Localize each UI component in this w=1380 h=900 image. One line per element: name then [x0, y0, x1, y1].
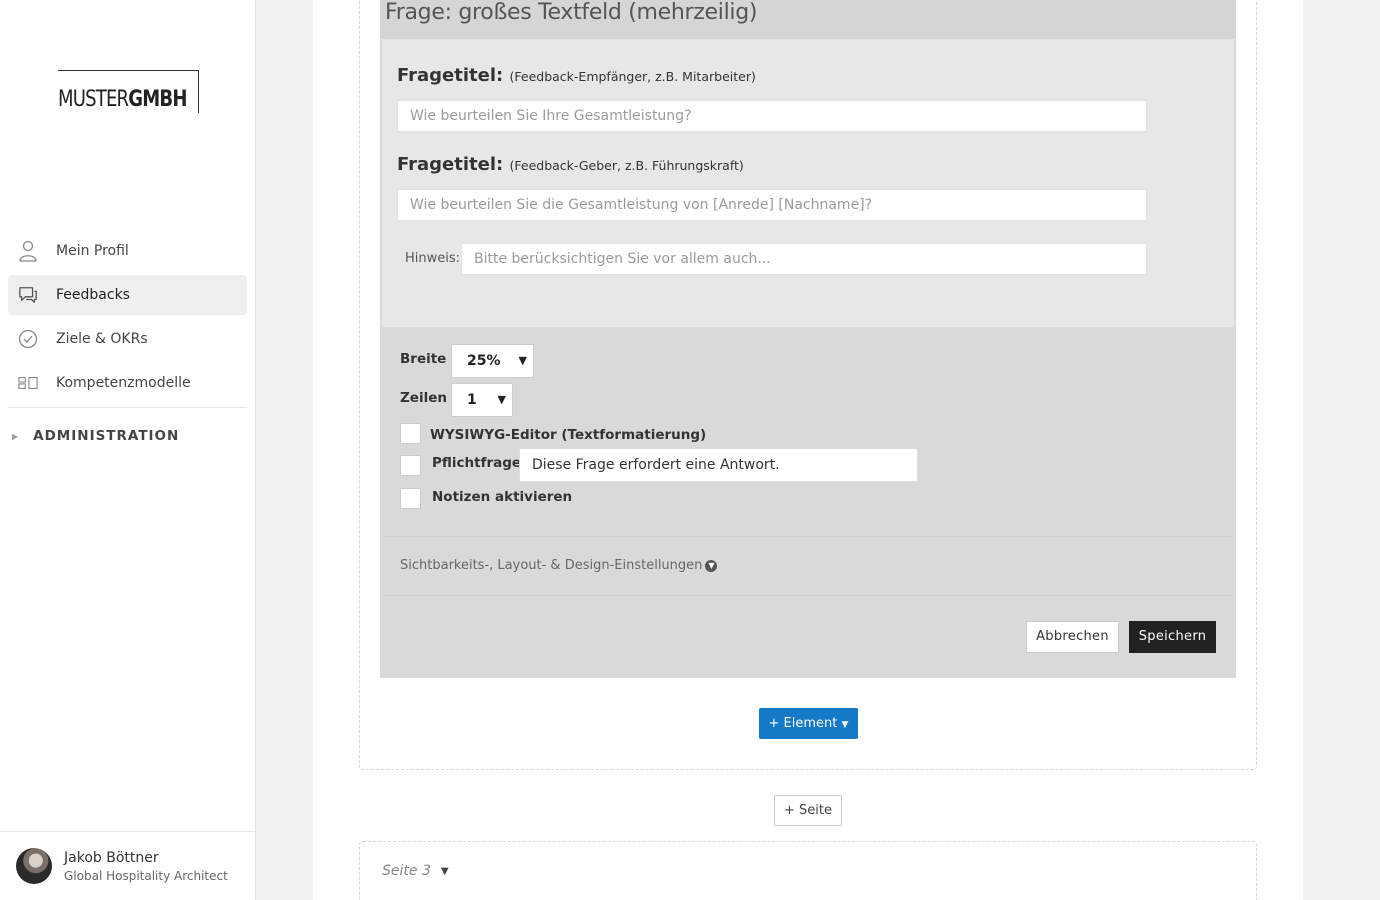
cancel-button[interactable]: Abbrechen [1026, 621, 1119, 653]
hint-label: Hinweis: [405, 251, 461, 266]
sidebar-item-mein-profil[interactable]: Mein Profil [8, 231, 247, 271]
notes-label: Notizen aktivieren [432, 489, 573, 505]
add-page-button[interactable]: + Seite [774, 795, 842, 826]
sidebar-item-label: Ziele & OKRs [56, 331, 148, 347]
grid-icon [18, 373, 38, 393]
user-icon [18, 240, 38, 262]
divider [385, 536, 1231, 537]
width-label: Breite [400, 351, 447, 367]
user-role: Global Hospitality Architect [64, 869, 228, 883]
sidebar-item-label: Feedbacks [56, 287, 130, 303]
width-select[interactable]: 25% ▼ [451, 344, 534, 378]
question-editor: Frage: großes Textfeld (mehrzeilig) Frag… [380, 0, 1236, 678]
chat-icon [18, 285, 38, 305]
logo[interactable]: MUSTERGMBH [58, 70, 199, 113]
page-3-container: Seite 3 ▼ [359, 841, 1257, 900]
rows-label: Zeilen [400, 390, 447, 406]
visibility-settings-toggle[interactable]: Sichtbarkeits-, Layout- & Design-Einstel… [400, 558, 718, 573]
nav-divider [8, 407, 247, 408]
admin-label: ADMINISTRATION [33, 428, 180, 444]
logo-text-light: MUSTER [58, 87, 129, 112]
avatar [16, 848, 52, 884]
check-circle-icon [18, 329, 38, 349]
required-label: Pflichtfrage [432, 455, 522, 471]
logo-text-bold: GMBH [128, 87, 187, 112]
sidebar-item-label: Kompetenzmodelle [56, 375, 191, 391]
caret-down-icon: ▼ [841, 720, 849, 730]
question-title: Frage: großes Textfeld (mehrzeilig) [385, 0, 758, 25]
wysiwyg-checkbox[interactable] [400, 423, 421, 444]
save-button[interactable]: Speichern [1129, 621, 1216, 653]
sidebar: MUSTERGMBH Mein Profil Feedbacks Ziele &… [0, 0, 256, 900]
divider [385, 595, 1231, 596]
question-header: Frage: großes Textfeld (mehrzeilig) [380, 0, 1236, 39]
chevron-circle-down-icon: ▼ [705, 559, 718, 572]
add-element-button[interactable]: + Element ▼ [759, 708, 858, 739]
user-name: Jakob Böttner [64, 850, 159, 866]
notes-checkbox[interactable] [400, 488, 421, 509]
sidebar-item-administration[interactable]: ▶ ADMINISTRATION [12, 428, 179, 444]
field-label-giver: Fragetitel: (Feedback-Geber, z.B. Führun… [397, 154, 744, 175]
caret-down-icon: ▼ [440, 865, 449, 877]
chevron-down-icon: ▼ [518, 354, 527, 367]
user-panel[interactable]: Jakob Böttner Global Hospitality Archite… [0, 831, 255, 900]
sidebar-item-ziele[interactable]: Ziele & OKRs [8, 319, 247, 359]
question-title-recipient-input[interactable]: Wie beurteilen Sie Ihre Gesamtleistung? [397, 100, 1147, 132]
sidebar-item-feedbacks[interactable]: Feedbacks [8, 275, 247, 315]
question-body: Fragetitel: (Feedback-Empfänger, z.B. Mi… [382, 39, 1234, 327]
hint-input[interactable]: Bitte berücksichtigen Sie vor allem auch… [461, 243, 1147, 275]
page-3-toggle[interactable]: Seite 3 ▼ [382, 863, 449, 879]
rows-select[interactable]: 1 ▼ [451, 383, 513, 417]
sidebar-item-kompetenzmodelle[interactable]: Kompetenzmodelle [8, 363, 247, 403]
required-checkbox[interactable] [400, 455, 421, 476]
question-title-giver-input[interactable]: Wie beurteilen Sie die Gesamtleistung vo… [397, 189, 1147, 221]
chevron-down-icon: ▼ [497, 393, 506, 406]
wysiwyg-label: WYSIWYG-Editor (Textformatierung) [430, 427, 707, 443]
sidebar-nav: Mein Profil Feedbacks Ziele & OKRs Kompe… [8, 231, 247, 408]
field-label-recipient: Fragetitel: (Feedback-Empfänger, z.B. Mi… [397, 65, 756, 86]
caret-right-icon: ▶ [12, 431, 20, 441]
sidebar-item-label: Mein Profil [56, 243, 129, 259]
required-message-input[interactable]: Diese Frage erfordert eine Antwort. [519, 448, 918, 482]
